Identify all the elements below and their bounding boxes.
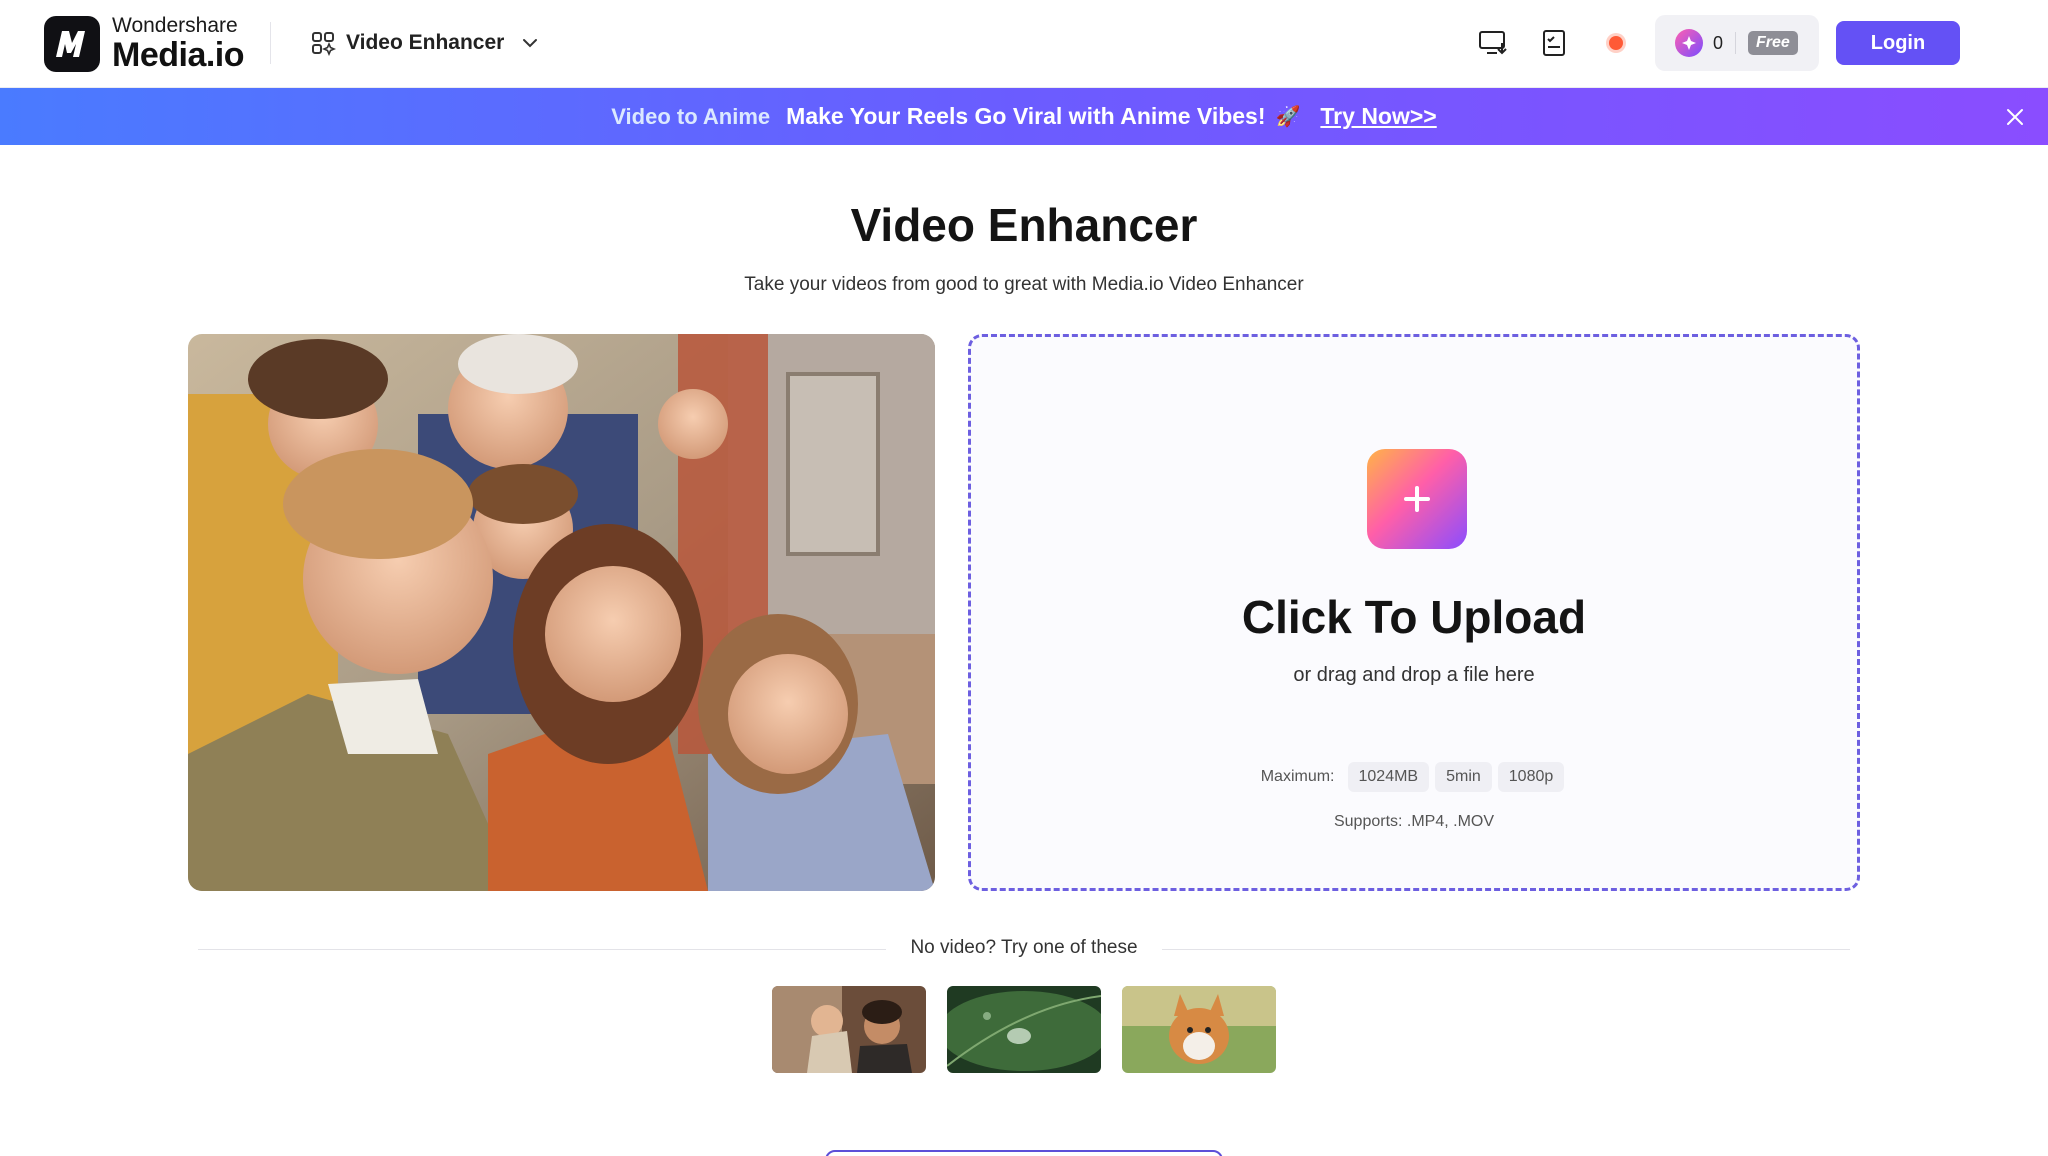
upload-subtitle: or drag and drop a file here: [1293, 664, 1535, 686]
media-io-logo-icon: [44, 15, 100, 72]
upload-title: Click To Upload: [1241, 591, 1587, 643]
limit-duration-chip: 5min: [1435, 762, 1492, 792]
desktop-download-button[interactable]: [1477, 27, 1509, 59]
grid-icon: [312, 32, 336, 56]
banner-title: Video to Anime: [611, 103, 771, 129]
page-subtitle: Take your videos from good to great with…: [744, 274, 1304, 295]
tool-switcher-label: Video Enhancer: [346, 31, 505, 54]
task-list-icon: [1543, 30, 1565, 56]
preview-image: [188, 334, 935, 891]
chevron-down-icon: [523, 39, 538, 48]
sample-video-thumbnail[interactable]: [947, 986, 1101, 1073]
upload-limits: Maximum: 1024MB 5min 1080p: [971, 762, 1857, 792]
credits-separator: [1735, 32, 1737, 54]
limit-size-chip: 1024MB: [1347, 762, 1430, 792]
supported-formats: Supports: .MP4, .MOV: [1333, 813, 1495, 830]
status-dot-icon: [1606, 33, 1626, 53]
sample-video-thumbnail[interactable]: [772, 986, 926, 1073]
task-list-button[interactable]: [1538, 27, 1570, 59]
samples-divider: No video? Try one of these: [198, 937, 1850, 961]
gem-icon: [1675, 29, 1703, 57]
plus-icon: [1404, 486, 1430, 512]
top-header: Wondershare Media.io Video Enhancer 0 Fr…: [0, 0, 2048, 88]
rocket-icon: 🚀: [1275, 106, 1301, 128]
upload-plus-button[interactable]: [1367, 449, 1467, 549]
credits-count: 0: [1713, 32, 1724, 53]
limit-resolution-chip: 1080p: [1497, 762, 1565, 792]
tool-switcher[interactable]: Video Enhancer: [310, 26, 540, 60]
promo-banner: Video to Anime Make Your Reels Go Viral …: [0, 88, 2048, 145]
bottom-button-outline[interactable]: [825, 1150, 1223, 1156]
desktop-download-icon: [1479, 31, 1507, 55]
close-icon[interactable]: [2004, 106, 2026, 128]
banner-message: Make Your Reels Go Viral with Anime Vibe…: [786, 103, 1266, 129]
page-title: Video Enhancer: [850, 199, 1198, 251]
samples-label: No video? Try one of these: [910, 937, 1138, 958]
status-indicator[interactable]: [1600, 27, 1632, 59]
header-divider: [270, 22, 271, 64]
plan-badge: Free: [1748, 31, 1798, 55]
login-button[interactable]: Login: [1836, 21, 1960, 65]
banner-cta-link[interactable]: Try Now>>: [1320, 103, 1436, 130]
logo[interactable]: Wondershare Media.io: [44, 14, 245, 74]
credits-widget[interactable]: 0 Free: [1655, 15, 1819, 71]
product-name: Media.io: [112, 36, 245, 74]
limits-label: Maximum:: [1260, 768, 1335, 785]
sample-video-thumbnail[interactable]: [1122, 986, 1276, 1073]
brand-name: Wondershare: [112, 14, 238, 37]
upload-dropzone[interactable]: Click To Upload or drag and drop a file …: [968, 334, 1860, 891]
